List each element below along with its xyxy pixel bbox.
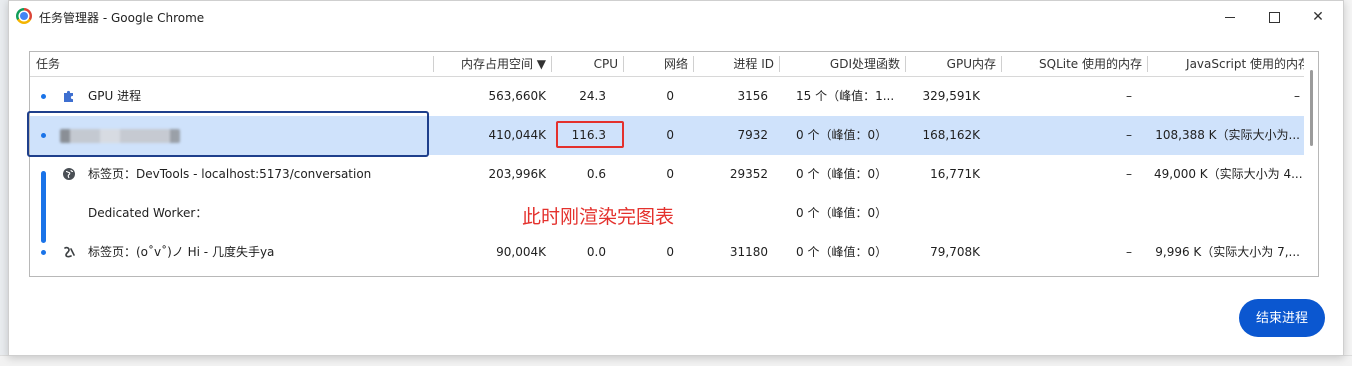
column-header-cpu[interactable]: CPU bbox=[552, 52, 624, 76]
minimize-icon bbox=[1225, 16, 1235, 18]
puzzle-icon bbox=[61, 88, 77, 104]
sqlite-value: – bbox=[1126, 128, 1132, 142]
end-process-button[interactable]: 结束进程 bbox=[1239, 299, 1325, 337]
close-button[interactable]: ✕ bbox=[1301, 5, 1335, 29]
memory-value: 90,004K bbox=[496, 245, 546, 259]
task-table: 任务 内存占用空间 ▼ CPU 网络 进程 ID GDI处理函数 GPU内存 S… bbox=[29, 51, 1319, 277]
network-value: 0 bbox=[666, 245, 674, 259]
task-name: 标签页：(o˚v˚)ノ Hi - 几度失手ya bbox=[88, 245, 275, 259]
network-value: 0 bbox=[666, 167, 674, 181]
javascript-memory-value: 9,996 K（实际大小为 7,... bbox=[1155, 245, 1300, 259]
gpu-memory-value: 79,708K bbox=[930, 245, 980, 259]
gdi-value: 0 个（峰值：0） bbox=[796, 245, 888, 259]
memory-value: 203,996K bbox=[488, 167, 547, 181]
gpu-memory-value: 16,771K bbox=[930, 167, 980, 181]
maximize-button[interactable] bbox=[1257, 5, 1291, 29]
cpu-value: 0.6 bbox=[586, 167, 606, 181]
memory-value: 563,660K bbox=[488, 89, 547, 103]
column-header-sqlite[interactable]: SQLite 使用的内存 bbox=[1002, 52, 1148, 76]
pid-value: 31180 bbox=[729, 245, 768, 259]
sqlite-value: – bbox=[1126, 167, 1132, 181]
gdi-value: 15 个（峰值：1... bbox=[796, 89, 895, 103]
javascript-memory-value: 49,000 K（实际大小为 4... bbox=[1154, 167, 1303, 181]
column-header-gpu-memory[interactable]: GPU内存 bbox=[906, 52, 1002, 76]
cpu-value: 0.0 bbox=[586, 245, 606, 259]
column-header-javascript[interactable]: JavaScript 使用的内存 bbox=[1148, 52, 1316, 76]
sqlite-value: – bbox=[1126, 89, 1132, 103]
pid-value: 7932 bbox=[737, 128, 768, 142]
scrollbar-thumb[interactable] bbox=[1310, 70, 1313, 146]
javascript-memory-value: 108,388 K（实际大小为... bbox=[1155, 128, 1300, 142]
column-header-task[interactable]: 任务 bbox=[30, 52, 434, 76]
sqlite-value: – bbox=[1126, 245, 1132, 259]
table-row[interactable]: 标签页：(o˚v˚)ノ Hi - 几度失手ya 90,004K 0.0 0 31… bbox=[30, 233, 1306, 272]
vertical-scrollbar[interactable] bbox=[1304, 52, 1318, 276]
javascript-memory-value: – bbox=[1294, 89, 1300, 103]
globe-icon bbox=[61, 166, 77, 182]
chrome-icon bbox=[16, 8, 32, 24]
window-title: 任务管理器 - Google Chrome bbox=[39, 11, 205, 25]
background-app-bottom bbox=[0, 355, 1352, 366]
task-name: Dedicated Worker： bbox=[88, 206, 208, 220]
minimize-button[interactable] bbox=[1213, 5, 1247, 29]
title-bar[interactable]: 任务管理器 - Google Chrome ✕ bbox=[9, 1, 1343, 33]
process-indicator bbox=[41, 94, 46, 99]
column-header-gdi[interactable]: GDI处理函数 bbox=[780, 52, 906, 76]
memory-value: 410,044K bbox=[488, 128, 547, 142]
close-icon: ✕ bbox=[1312, 9, 1324, 25]
process-indicator bbox=[41, 250, 46, 255]
column-header-pid[interactable]: 进程 ID bbox=[694, 52, 780, 76]
task-name: 标签页：DevTools - localhost:5173/conversati… bbox=[88, 167, 372, 181]
pid-value: 29352 bbox=[729, 167, 768, 181]
table-row[interactable]: 标签页：DevTools - localhost:5173/conversati… bbox=[30, 155, 1306, 194]
column-header-memory[interactable]: 内存占用空间 ▼ bbox=[434, 52, 552, 76]
maximize-icon bbox=[1268, 11, 1280, 23]
anchor-icon bbox=[61, 244, 77, 260]
task-manager-window: 任务管理器 - Google Chrome ✕ 任务 内存占用空间 ▼ CPU … bbox=[8, 0, 1344, 356]
gpu-memory-value: 168,162K bbox=[922, 128, 981, 142]
cpu-value: 24.3 bbox=[579, 89, 606, 103]
column-header-network[interactable]: 网络 bbox=[624, 52, 694, 76]
network-value: 0 bbox=[666, 89, 674, 103]
gpu-memory-value: 329,591K bbox=[922, 89, 981, 103]
network-value: 0 bbox=[666, 128, 674, 142]
cpu-highlight-box bbox=[556, 121, 624, 148]
table-header: 任务 内存占用空间 ▼ CPU 网络 进程 ID GDI处理函数 GPU内存 S… bbox=[30, 52, 1316, 77]
gdi-value: 0 个（峰值：0） bbox=[796, 167, 888, 181]
selected-row-focus-outline bbox=[27, 111, 429, 157]
gdi-value: 0 个（峰值：0） bbox=[796, 206, 888, 220]
pid-value: 3156 bbox=[737, 89, 768, 103]
annotation-text: 此时刚渲染完图表 bbox=[522, 206, 675, 228]
gdi-value: 0 个（峰值：0） bbox=[796, 128, 888, 142]
